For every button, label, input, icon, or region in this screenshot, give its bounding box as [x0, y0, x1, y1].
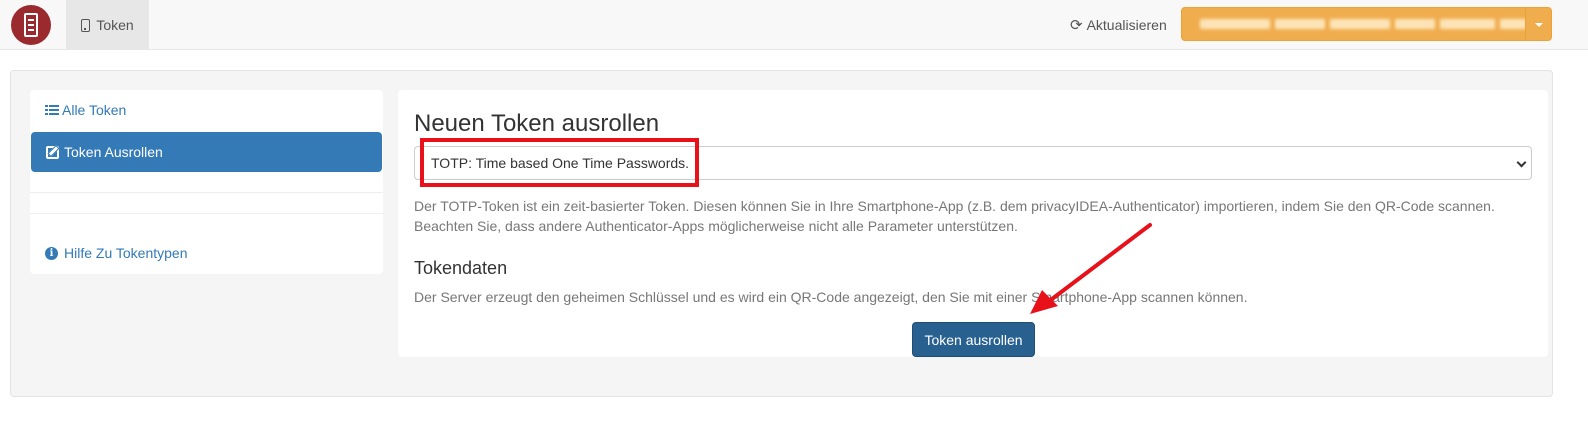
list-icon: [45, 104, 59, 116]
nav-tab-token-label: Token: [96, 17, 134, 33]
refresh-button[interactable]: ⟳ Aktualisieren: [1070, 15, 1167, 35]
sidebar-item-label: Token Ausrollen: [64, 144, 163, 160]
tokendata-text: Der Server erzeugt den geheimen Schlüsse…: [414, 289, 1248, 305]
tokendata-heading: Tokendaten: [414, 258, 508, 278]
token-description: Der TOTP-Token ist ein zeit-basierter To…: [414, 198, 1495, 234]
phone-icon: [81, 18, 91, 32]
user-menu-toggle[interactable]: [1525, 7, 1552, 41]
sidebar-item-alle-token[interactable]: Alle Token: [30, 90, 383, 130]
blurred-username: [1200, 19, 1525, 31]
sidebar-divider: [30, 213, 383, 214]
sidebar-item-label: Alle Token: [62, 102, 127, 118]
annotation-highlight-box: [420, 138, 699, 187]
chevron-down-icon: [1516, 157, 1527, 168]
top-navbar: Token ⟳ Aktualisieren: [0, 0, 1588, 50]
info-icon: i: [45, 246, 58, 260]
app-logo[interactable]: [11, 5, 51, 45]
edit-icon: [46, 145, 59, 159]
sidebar-item-label: Hilfe Zu Tokentypen: [64, 245, 188, 261]
sidebar: Alle Token Token Ausrollen i Hilfe Zu To…: [30, 90, 383, 274]
user-menu-button[interactable]: [1181, 7, 1526, 41]
enroll-token-button[interactable]: Token ausrollen: [912, 322, 1035, 357]
nav-tab-token[interactable]: Token: [66, 0, 149, 50]
refresh-icon: ⟳: [1070, 16, 1083, 34]
page-title: Neuen Token ausrollen: [414, 110, 660, 137]
privacyidea-logo-icon: [24, 13, 38, 37]
sidebar-divider: [30, 192, 383, 193]
sidebar-item-token-ausrollen[interactable]: Token Ausrollen: [31, 132, 382, 172]
enroll-panel: Neuen Token ausrollen TOTP: Time based O…: [398, 90, 1548, 357]
sidebar-item-hilfe[interactable]: i Hilfe Zu Tokentypen: [30, 233, 383, 273]
refresh-label: Aktualisieren: [1086, 17, 1167, 33]
